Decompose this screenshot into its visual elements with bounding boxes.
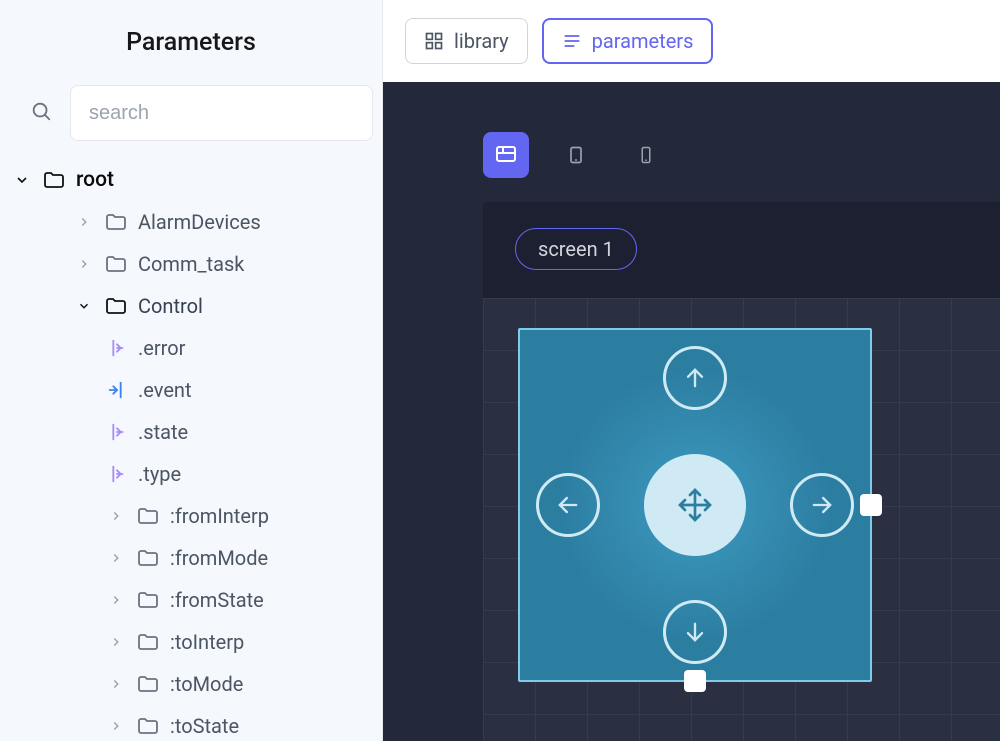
- folder-icon: [104, 252, 128, 276]
- resize-handle-bottom[interactable]: [684, 670, 706, 692]
- parameter-output-icon: [106, 337, 128, 359]
- tree-item-label: .error: [138, 336, 382, 360]
- parameter-tree: root AlarmDevices Comm: [0, 159, 382, 741]
- tree-item-root[interactable]: root: [4, 159, 382, 201]
- tree-item-tointerp[interactable]: :toInterp: [4, 621, 382, 663]
- tree-item-label: :fromState: [170, 588, 382, 612]
- folder-icon: [136, 630, 160, 654]
- folder-icon: [136, 546, 160, 570]
- device-mobile-tab[interactable]: [623, 132, 669, 178]
- tree-item-label: Control: [138, 294, 382, 318]
- folder-icon: [136, 588, 160, 612]
- tree-item-param-error[interactable]: .error: [4, 327, 382, 369]
- editor-panel: library parameters screen 1: [383, 0, 1000, 741]
- tree-item-label: :toMode: [170, 672, 382, 696]
- parameters-sidebar: Parameters root: [0, 0, 383, 741]
- tree-item-commtask[interactable]: Comm_task: [4, 243, 382, 285]
- tree-item-param-type[interactable]: .type: [4, 453, 382, 495]
- chevron-right-icon: [74, 215, 94, 229]
- screen-label: screen 1: [538, 237, 614, 261]
- chevron-right-icon: [106, 551, 126, 565]
- list-icon: [562, 31, 582, 51]
- folder-icon: [104, 294, 128, 318]
- grid-icon: [424, 31, 444, 51]
- tree-item-fromstate[interactable]: :fromState: [4, 579, 382, 621]
- chevron-down-icon: [74, 299, 94, 313]
- tree-item-label: :fromMode: [170, 546, 382, 570]
- editor-toolbar: library parameters: [383, 0, 1000, 82]
- tree-item-label: .event: [138, 378, 382, 402]
- dpad-widget[interactable]: [518, 328, 872, 682]
- folder-icon: [136, 672, 160, 696]
- dpad-left-button[interactable]: [536, 473, 600, 537]
- tree-item-label: AlarmDevices: [138, 210, 382, 234]
- folder-icon: [104, 210, 128, 234]
- library-button[interactable]: library: [405, 18, 528, 64]
- canvas: screen 1: [383, 82, 1000, 741]
- chevron-right-icon: [106, 677, 126, 691]
- dpad-center-button[interactable]: [644, 454, 746, 556]
- tree-item-label: root: [76, 168, 382, 192]
- chevron-right-icon: [106, 719, 126, 733]
- tree-item-tostate[interactable]: :toState: [4, 705, 382, 741]
- dpad-up-button[interactable]: [663, 346, 727, 410]
- tree-item-tomode[interactable]: :toMode: [4, 663, 382, 705]
- resize-handle-right[interactable]: [860, 494, 882, 516]
- search-row: [0, 67, 382, 159]
- tree-item-param-event[interactable]: .event: [4, 369, 382, 411]
- tree-item-label: :fromInterp: [170, 504, 382, 528]
- sidebar-title: Parameters: [0, 0, 382, 67]
- dpad-right-button[interactable]: [790, 473, 854, 537]
- tree-item-label: .state: [138, 420, 382, 444]
- screen-pill[interactable]: screen 1: [515, 228, 637, 270]
- device-desktop-tab[interactable]: [483, 132, 529, 178]
- chevron-right-icon: [106, 593, 126, 607]
- tree-item-frommode[interactable]: :fromMode: [4, 537, 382, 579]
- button-label: parameters: [592, 29, 694, 53]
- tree-item-frominterp[interactable]: :fromInterp: [4, 495, 382, 537]
- design-stage: screen 1: [483, 202, 1000, 741]
- parameter-output-icon: [106, 463, 128, 485]
- tree-item-label: .type: [138, 462, 382, 486]
- tree-item-label: :toState: [170, 714, 382, 738]
- tree-item-alarmdevices[interactable]: AlarmDevices: [4, 201, 382, 243]
- folder-icon: [136, 714, 160, 738]
- layout-grid[interactable]: [483, 298, 1000, 741]
- device-selector: [483, 132, 669, 178]
- device-tablet-tab[interactable]: [553, 132, 599, 178]
- button-label: library: [454, 29, 509, 53]
- tree-item-label: :toInterp: [170, 630, 382, 654]
- dpad-down-button[interactable]: [663, 600, 727, 664]
- chevron-down-icon: [12, 172, 32, 188]
- parameter-output-icon: [106, 421, 128, 443]
- tree-item-param-state[interactable]: .state: [4, 411, 382, 453]
- parameter-input-icon: [106, 379, 128, 401]
- chevron-right-icon: [74, 257, 94, 271]
- tree-item-label: Comm_task: [138, 252, 382, 276]
- chevron-right-icon: [106, 635, 126, 649]
- folder-icon: [136, 504, 160, 528]
- search-icon[interactable]: [30, 100, 52, 126]
- tree-item-control[interactable]: Control: [4, 285, 382, 327]
- folder-icon: [42, 168, 66, 192]
- parameters-button[interactable]: parameters: [542, 18, 714, 64]
- chevron-right-icon: [106, 509, 126, 523]
- search-input[interactable]: [70, 85, 373, 141]
